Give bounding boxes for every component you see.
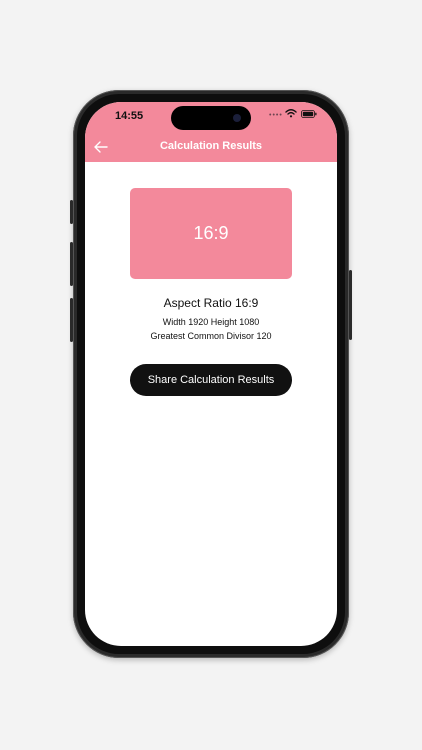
volume-up-button [70, 242, 73, 286]
camera-icon [233, 114, 241, 122]
volume-down-button [70, 298, 73, 342]
aspect-ratio-label: Aspect Ratio 16:9 [163, 296, 259, 310]
ratio-display: 16:9 [193, 223, 229, 243]
page-background: 14:55 •••• Calculation Results 16:9 Aspe… [0, 0, 422, 750]
dimensions-label: Width 1920 Height 1080 [162, 317, 260, 327]
app-header: 14:55 •••• Calculation Results [85, 102, 337, 162]
phone-frame: 14:55 •••• Calculation Results 16:9 Aspe… [70, 90, 352, 658]
signal-icon: •••• [269, 112, 283, 119]
gcd-label: Greatest Common Divisor 120 [150, 331, 272, 341]
power-button [349, 270, 352, 340]
share-results-button[interactable]: Share Calculation Results [130, 364, 292, 396]
dynamic-island [171, 106, 251, 130]
ratio-preview-card: 16:9 [130, 188, 292, 279]
silent-switch [70, 200, 73, 224]
app-screen: 14:55 •••• Calculation Results 16:9 Aspe… [85, 102, 337, 646]
wifi-icon [285, 109, 297, 118]
status-time: 14:55 [115, 110, 144, 122]
page-title: Calculation Results [159, 140, 263, 152]
battery-icon [301, 110, 317, 118]
